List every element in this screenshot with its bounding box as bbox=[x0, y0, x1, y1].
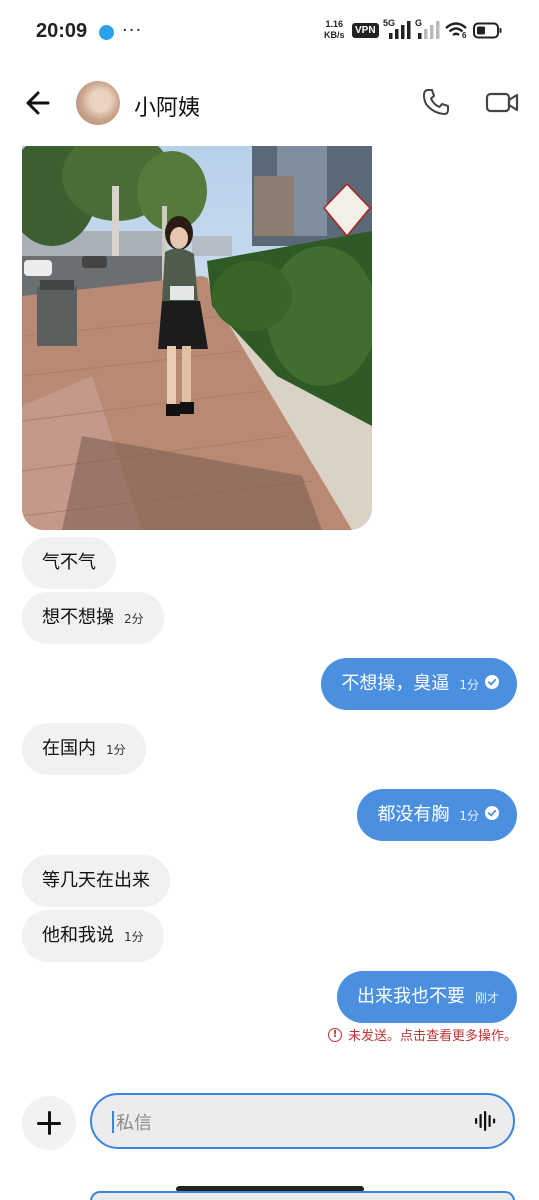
message-bubble-incoming[interactable]: 想不想操 2分 bbox=[22, 592, 164, 644]
message-timestamp: 1分 bbox=[124, 930, 144, 944]
network-speed: 1.16 KB/s bbox=[324, 19, 345, 41]
message-bubble-incoming[interactable]: 气不气 bbox=[22, 537, 116, 589]
more-notifications-icon: ··· bbox=[122, 20, 143, 41]
bottom-edge-artifact bbox=[0, 1191, 539, 1200]
phone-icon[interactable] bbox=[420, 86, 452, 118]
read-check-icon bbox=[485, 675, 499, 689]
message-timestamp: 1分 bbox=[459, 678, 479, 692]
signal-strength-secondary-icon bbox=[418, 21, 440, 39]
app-notification-icon bbox=[99, 25, 114, 40]
message-bubble-outgoing[interactable]: 不想操，臭逼 1分 bbox=[321, 658, 517, 710]
message-bubble-incoming[interactable]: 等几天在出来 bbox=[22, 855, 170, 907]
message-text: 等几天在出来 bbox=[42, 870, 150, 891]
message-timestamp: 刚才 bbox=[474, 991, 499, 1005]
street-photo bbox=[22, 146, 372, 530]
message-timestamp: 2分 bbox=[124, 612, 144, 626]
send-failed-notice[interactable]: ! 未发送。点击查看更多操作。 bbox=[327, 1026, 517, 1048]
read-check-icon bbox=[485, 806, 499, 820]
message-text: 在国内 bbox=[42, 738, 96, 759]
error-circle-icon: ! bbox=[327, 1027, 342, 1042]
signal-strength-icon bbox=[389, 21, 411, 39]
status-bar: 20:09 ··· 1.16 KB/s VPN 5G G 6 bbox=[0, 0, 539, 62]
battery-icon bbox=[473, 22, 502, 39]
message-text: 都没有胸 bbox=[377, 804, 450, 825]
network-speed-value: 1.16 bbox=[325, 19, 344, 29]
text-caret bbox=[112, 1111, 114, 1133]
message-text: 出来我也不要 bbox=[356, 986, 465, 1007]
contact-name[interactable]: 小阿姨 bbox=[134, 90, 200, 122]
contact-avatar[interactable] bbox=[76, 81, 120, 125]
video-camera-icon[interactable] bbox=[484, 86, 520, 118]
message-bubble-outgoing[interactable]: 都没有胸 1分 bbox=[357, 789, 517, 841]
photo-message[interactable] bbox=[22, 146, 372, 530]
status-time: 20:09 bbox=[36, 20, 88, 42]
chat-header: 小阿姨 bbox=[0, 72, 539, 134]
vpn-badge: VPN bbox=[352, 23, 379, 38]
wifi-sub-label: 6 bbox=[462, 31, 467, 40]
message-text: 他和我说 bbox=[42, 925, 114, 946]
message-text: 气不气 bbox=[42, 552, 96, 573]
message-bubble-outgoing[interactable]: 出来我也不要 刚才 bbox=[336, 971, 517, 1023]
message-timestamp: 1分 bbox=[106, 743, 126, 757]
message-bubble-incoming[interactable]: 他和我说 1分 bbox=[22, 910, 164, 962]
message-input-placeholder: 私信 bbox=[116, 1113, 152, 1134]
message-bubble-incoming[interactable]: 在国内 1分 bbox=[22, 723, 146, 775]
message-text: 想不想操 bbox=[42, 607, 114, 628]
voice-waveform-icon[interactable] bbox=[473, 1109, 497, 1133]
message-timestamp: 1分 bbox=[459, 809, 479, 823]
back-arrow-icon[interactable] bbox=[22, 86, 56, 120]
network-speed-unit: KB/s bbox=[324, 30, 345, 40]
plus-icon[interactable] bbox=[22, 1096, 76, 1150]
send-failed-text: 未发送。点击查看更多操作。 bbox=[347, 1029, 517, 1044]
message-input[interactable]: 私信 bbox=[90, 1093, 515, 1149]
message-text: 不想操，臭逼 bbox=[341, 673, 450, 694]
